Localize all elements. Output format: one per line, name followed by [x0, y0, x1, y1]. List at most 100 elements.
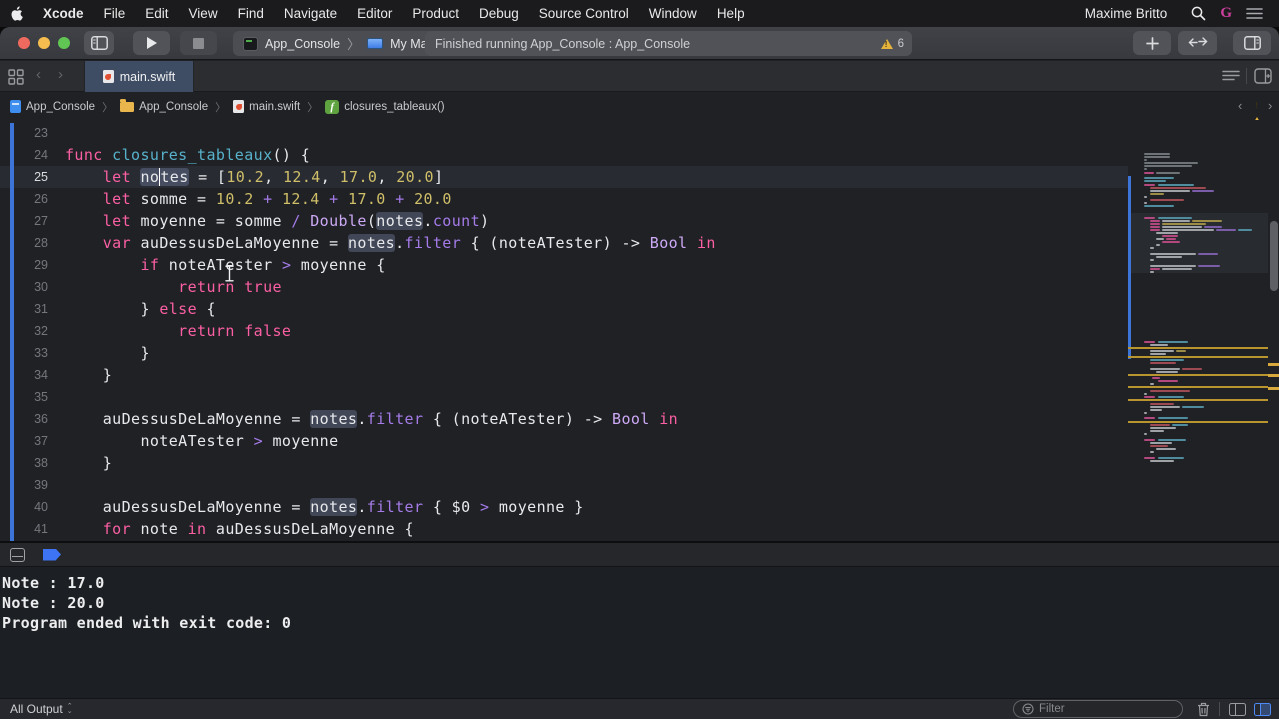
line-number[interactable]: 30: [0, 280, 48, 294]
variables-view-toggle[interactable]: [1229, 703, 1246, 716]
line-number[interactable]: 27: [0, 214, 48, 228]
menu-item-navigate[interactable]: Navigate: [274, 0, 347, 27]
line-number[interactable]: 34: [0, 368, 48, 382]
console-view-toggle[interactable]: [1254, 703, 1271, 716]
breadcrumb-item[interactable]: fclosures_tableaux(): [325, 100, 444, 114]
grammarly-icon[interactable]: G: [1220, 5, 1232, 22]
editor-options-icon[interactable]: [1222, 70, 1240, 83]
trash-icon[interactable]: [1197, 702, 1210, 717]
tab-main-swift[interactable]: main.swift: [84, 61, 194, 92]
search-icon[interactable]: [1191, 6, 1206, 21]
minimap-warning-line: [1128, 347, 1268, 349]
line-number[interactable]: 40: [0, 500, 48, 514]
code-line-33[interactable]: 33 }: [0, 342, 1128, 364]
line-number[interactable]: 29: [0, 258, 48, 272]
code-line-31[interactable]: 31 } else {: [0, 298, 1128, 320]
issue-warning-icon[interactable]: [1251, 100, 1263, 118]
code-line-28[interactable]: 28 var auDessusDeLaMoyenne = notes.filte…: [0, 232, 1128, 254]
scope-selector[interactable]: All Output ⌃⌄: [10, 702, 73, 716]
line-number[interactable]: 39: [0, 478, 48, 492]
menu-item-xcode[interactable]: Xcode: [33, 0, 94, 27]
code-line-35[interactable]: 35: [0, 386, 1128, 408]
warning-icon[interactable]: [881, 39, 893, 49]
minimap[interactable]: [1128, 120, 1268, 541]
line-number[interactable]: 26: [0, 192, 48, 206]
inspector-toggle-button[interactable]: [1233, 31, 1271, 55]
menu-item-source-control[interactable]: Source Control: [529, 0, 639, 27]
folder-icon: [120, 102, 134, 112]
next-issue-icon[interactable]: ›: [1268, 98, 1272, 113]
scrollbar-warning-tick: [1268, 363, 1279, 366]
minimap-warning-line: [1128, 356, 1268, 358]
navigator-toggle-button[interactable]: [84, 31, 114, 55]
stop-button[interactable]: [180, 31, 217, 55]
code-line-24[interactable]: 24func closures_tableaux() {: [0, 144, 1128, 166]
minimize-button[interactable]: [38, 37, 50, 49]
breakpoint-toggle-icon[interactable]: [43, 549, 61, 561]
source-editor[interactable]: 23 24func closures_tableaux() {25 let not…: [0, 120, 1279, 541]
code-text: }: [65, 344, 150, 362]
menu-item-edit[interactable]: Edit: [135, 0, 178, 27]
code-line-34[interactable]: 34 }: [0, 364, 1128, 386]
code-line-38[interactable]: 38 }: [0, 452, 1128, 474]
debug-area-icon[interactable]: [10, 548, 25, 562]
scheme-selector[interactable]: App_Console 〉 My Mac: [233, 31, 444, 56]
line-number[interactable]: 41: [0, 522, 48, 536]
line-number[interactable]: 25: [0, 170, 48, 184]
code-line-25[interactable]: 25 let notes = [10.2, 12.4, 17.0, 20.0]: [0, 166, 1128, 188]
editor-grid-icon[interactable]: [8, 69, 24, 85]
jump-bar: App_Console〉App_Console〉main.swift〉fclos…: [0, 93, 1279, 120]
line-number[interactable]: 24: [0, 148, 48, 162]
breadcrumb-item[interactable]: App_Console: [120, 101, 208, 113]
code-line-32[interactable]: 32 return false: [0, 320, 1128, 342]
scrollbar-warning-tick: [1268, 374, 1279, 377]
breadcrumb-item[interactable]: App_Console: [10, 100, 95, 113]
editor-scrollbar[interactable]: [1268, 120, 1279, 541]
forward-chevron-icon[interactable]: ›: [58, 66, 63, 83]
previous-issue-icon[interactable]: ‹: [1238, 98, 1242, 113]
menu-item-file[interactable]: File: [94, 0, 136, 27]
split-editor-icon[interactable]: [1254, 68, 1272, 84]
menu-username[interactable]: Maxime Britto: [1075, 0, 1178, 27]
code-line-29[interactable]: 29 if noteATester > moyenne {: [0, 254, 1128, 276]
menu-item-editor[interactable]: Editor: [347, 0, 402, 27]
close-button[interactable]: [18, 37, 30, 49]
code-line-41[interactable]: 41 for note in auDessusDeLaMoyenne {: [0, 518, 1128, 540]
code-line-40[interactable]: 40 auDessusDeLaMoyenne = notes.filter { …: [0, 496, 1128, 518]
control-list-icon[interactable]: [1246, 7, 1263, 20]
apple-menu[interactable]: [0, 0, 33, 27]
menu-item-find[interactable]: Find: [228, 0, 274, 27]
zoom-button[interactable]: [58, 37, 70, 49]
console-line: Note : 20.0: [2, 593, 1279, 613]
menu-item-product[interactable]: Product: [402, 0, 469, 27]
line-number[interactable]: 28: [0, 236, 48, 250]
menu-item-debug[interactable]: Debug: [469, 0, 529, 27]
line-number[interactable]: 23: [0, 126, 48, 140]
updown-chevrons-icon: ⌃⌄: [67, 704, 73, 714]
line-number[interactable]: 36: [0, 412, 48, 426]
code-line-37[interactable]: 37 noteATester > moyenne: [0, 430, 1128, 452]
code-line-23[interactable]: 23: [0, 122, 1128, 144]
line-number[interactable]: 32: [0, 324, 48, 338]
breadcrumb-item[interactable]: main.swift: [233, 100, 300, 113]
back-chevron-icon[interactable]: ‹: [36, 66, 41, 83]
code-line-36[interactable]: 36 auDessusDeLaMoyenne = notes.filter { …: [0, 408, 1128, 430]
menu-item-view[interactable]: View: [179, 0, 228, 27]
code-line-27[interactable]: 27 let moyenne = somme / Double(notes.co…: [0, 210, 1128, 232]
line-number[interactable]: 33: [0, 346, 48, 360]
menu-item-help[interactable]: Help: [707, 0, 755, 27]
run-button[interactable]: [133, 31, 170, 55]
code-line-26[interactable]: 26 let somme = 10.2 + 12.4 + 17.0 + 20.0: [0, 188, 1128, 210]
line-number[interactable]: 37: [0, 434, 48, 448]
warning-count[interactable]: 6: [898, 38, 904, 50]
library-add-button[interactable]: [1133, 31, 1171, 55]
line-number[interactable]: 35: [0, 390, 48, 404]
code-review-button[interactable]: [1178, 31, 1217, 55]
line-number[interactable]: 38: [0, 456, 48, 470]
code-line-39[interactable]: 39: [0, 474, 1128, 496]
line-number[interactable]: 31: [0, 302, 48, 316]
code-line-30[interactable]: 30 return true: [0, 276, 1128, 298]
console-filter-input[interactable]: Filter: [1013, 700, 1183, 718]
menu-item-window[interactable]: Window: [639, 0, 707, 27]
scrollbar-thumb[interactable]: [1270, 221, 1278, 291]
